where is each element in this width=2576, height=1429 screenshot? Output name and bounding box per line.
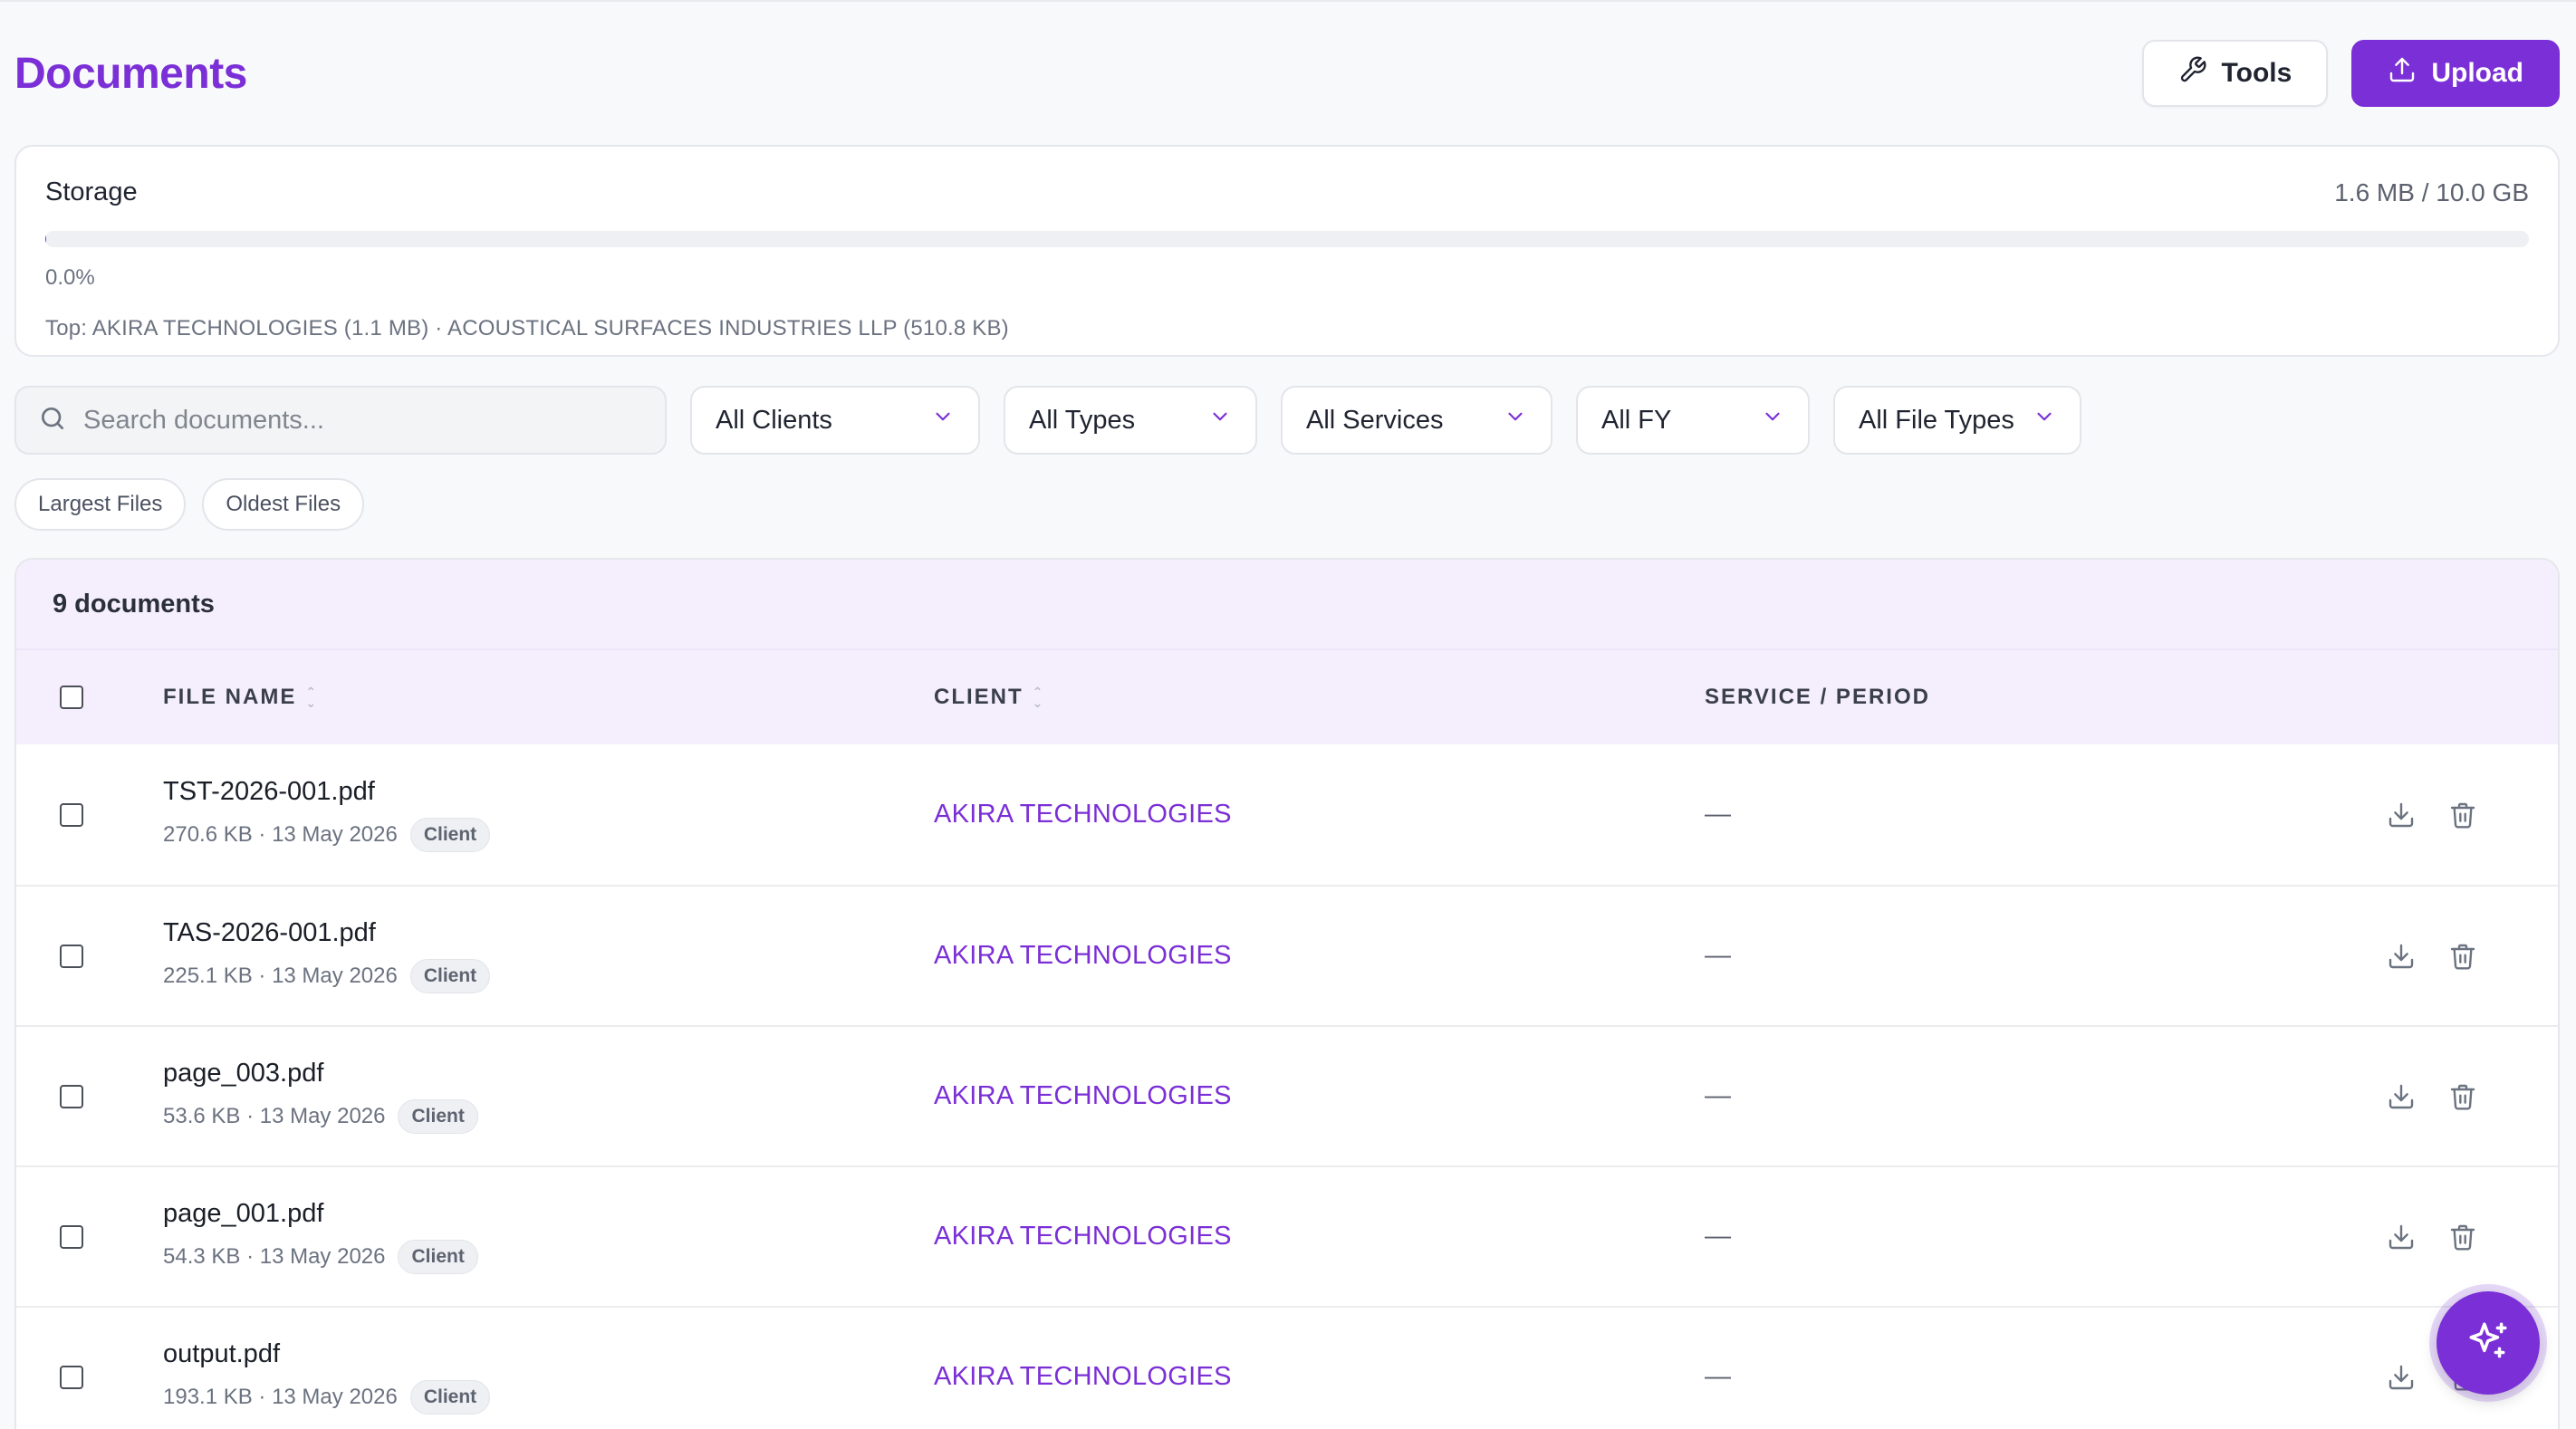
documents-table: 9 documents FILE NAME ⌃ ⌄ CLIENT ⌃ ⌄ SERVI…	[14, 558, 2560, 1429]
file-name-header-label: FILE NAME	[163, 685, 297, 709]
file-meta: 53.6 KB · 13 May 2026	[163, 1104, 386, 1128]
source-badge: Client	[398, 1099, 478, 1134]
wrench-icon	[2178, 55, 2207, 91]
quick-sort-chips: Largest Files Oldest Files	[14, 478, 2560, 531]
client-link[interactable]: AKIRA TECHNOLOGIES	[934, 1222, 1232, 1252]
table-row: TAS-2026-001.pdf 225.1 KB · 13 May 2026 C…	[16, 885, 2558, 1025]
file-type-filter-value: All File Types	[1859, 405, 2014, 435]
chevron-down-icon	[1190, 405, 1232, 436]
chevron-down-icon	[1485, 405, 1527, 436]
file-meta: 193.1 KB · 13 May 2026	[163, 1385, 398, 1409]
table-row: output.pdf 193.1 KB · 13 May 2026 Client …	[16, 1306, 2558, 1429]
file-name[interactable]: TAS-2026-001.pdf	[163, 918, 934, 948]
table-row: page_001.pdf 54.3 KB · 13 May 2026 Client…	[16, 1165, 2558, 1306]
header-actions: Tools Upload	[2141, 40, 2560, 107]
sparkles-icon	[2465, 1319, 2511, 1368]
search-box[interactable]	[14, 386, 667, 455]
sort-icon: ⌃ ⌄	[305, 685, 319, 710]
tools-button[interactable]: Tools	[2141, 40, 2329, 107]
select-all-checkbox[interactable]	[60, 686, 83, 709]
client-filter-select[interactable]: All Clients	[690, 386, 980, 455]
service-header: SERVICE / PERIOD	[1705, 685, 2558, 710]
file-name[interactable]: output.pdf	[163, 1339, 934, 1369]
storage-card: Storage 1.6 MB / 10.0 GB 0.0% Top: AKIRA…	[14, 145, 2560, 357]
chevron-down-icon	[913, 405, 955, 436]
trash-icon[interactable]	[2447, 1222, 2478, 1252]
service-header-label: SERVICE / PERIOD	[1705, 685, 1930, 709]
service-period: —	[1705, 800, 1731, 829]
client-filter-value: All Clients	[716, 405, 832, 435]
service-filter-value: All Services	[1306, 405, 1444, 435]
storage-percent: 0.0%	[45, 265, 95, 290]
fy-filter-select[interactable]: All FY	[1576, 386, 1810, 455]
row-checkbox[interactable]	[60, 1365, 83, 1389]
table-row: TST-2026-001.pdf 270.6 KB · 13 May 2026 C…	[16, 744, 2558, 885]
search-input[interactable]	[83, 405, 643, 436]
upload-button[interactable]: Upload	[2351, 40, 2560, 107]
client-link[interactable]: AKIRA TECHNOLOGIES	[934, 1362, 1232, 1392]
storage-amount: 1.6 MB / 10.0 GB	[2334, 177, 2529, 206]
filter-bar: All Clients All Types All Services All F…	[14, 386, 2560, 455]
upload-label: Upload	[2431, 58, 2523, 88]
fy-filter-value: All FY	[1601, 405, 1672, 435]
oldest-files-chip[interactable]: Oldest Files	[202, 478, 365, 531]
page-header: Documents Tools Upload	[14, 0, 2560, 145]
sort-icon: ⌃ ⌄	[1032, 685, 1045, 710]
documents-page: Documents Tools Upload Storage 1.6 MB / …	[0, 0, 2576, 1429]
storage-top-clients: Top: AKIRA TECHNOLOGIES (1.1 MB) · ACOUS…	[45, 316, 1009, 340]
trash-icon[interactable]	[2447, 941, 2478, 972]
download-icon[interactable]	[2386, 941, 2417, 972]
file-meta: 54.3 KB · 13 May 2026	[163, 1244, 386, 1269]
download-icon[interactable]	[2386, 1222, 2417, 1252]
row-checkbox[interactable]	[60, 1084, 83, 1108]
service-period: —	[1705, 1222, 1731, 1251]
chevron-down-icon	[2014, 405, 2056, 436]
client-link[interactable]: AKIRA TECHNOLOGIES	[934, 800, 1232, 830]
storage-label: Storage	[45, 177, 138, 206]
service-period: —	[1705, 941, 1731, 970]
file-name[interactable]: TST-2026-001.pdf	[163, 777, 934, 807]
download-icon[interactable]	[2386, 1081, 2417, 1112]
client-link[interactable]: AKIRA TECHNOLOGIES	[934, 941, 1232, 971]
row-checkbox[interactable]	[60, 944, 83, 968]
service-period: —	[1705, 1081, 1731, 1110]
table-body: TST-2026-001.pdf 270.6 KB · 13 May 2026 C…	[16, 744, 2558, 1429]
table-row: page_003.pdf 53.6 KB · 13 May 2026 Client…	[16, 1025, 2558, 1165]
client-header-label: CLIENT	[934, 685, 1024, 709]
trash-icon[interactable]	[2447, 1081, 2478, 1112]
source-badge: Client	[398, 1240, 478, 1274]
source-badge: Client	[409, 1380, 491, 1415]
assistant-fab-button[interactable]	[2437, 1291, 2540, 1395]
trash-icon[interactable]	[2447, 800, 2478, 830]
file-name-header[interactable]: FILE NAME ⌃ ⌄	[163, 685, 934, 710]
source-badge: Client	[409, 818, 491, 852]
storage-progress-bar	[45, 231, 2529, 247]
table-header-row: FILE NAME ⌃ ⌄ CLIENT ⌃ ⌄ SERVICE / PERIOD	[16, 650, 2558, 744]
service-filter-select[interactable]: All Services	[1281, 386, 1552, 455]
tools-label: Tools	[2221, 58, 2292, 88]
row-checkbox[interactable]	[60, 802, 83, 827]
chevron-down-icon	[1743, 405, 1784, 436]
document-count: 9 documents	[16, 560, 2558, 650]
file-meta: 270.6 KB · 13 May 2026	[163, 822, 398, 847]
row-checkbox[interactable]	[60, 1224, 83, 1249]
largest-files-chip[interactable]: Largest Files	[14, 478, 187, 531]
client-link[interactable]: AKIRA TECHNOLOGIES	[934, 1081, 1232, 1111]
type-filter-select[interactable]: All Types	[1004, 386, 1257, 455]
file-meta: 225.1 KB · 13 May 2026	[163, 964, 398, 988]
page-title: Documents	[14, 49, 247, 98]
service-period: —	[1705, 1362, 1731, 1391]
file-type-filter-select[interactable]: All File Types	[1833, 386, 2081, 455]
upload-icon	[2388, 55, 2417, 91]
download-icon[interactable]	[2386, 800, 2417, 830]
search-icon	[38, 404, 67, 437]
client-header[interactable]: CLIENT ⌃ ⌄	[934, 685, 1705, 710]
file-name[interactable]: page_003.pdf	[163, 1059, 934, 1089]
download-icon[interactable]	[2386, 1362, 2417, 1393]
type-filter-value: All Types	[1029, 405, 1136, 435]
top-divider	[0, 0, 2576, 2]
source-badge: Client	[409, 959, 491, 993]
file-name[interactable]: page_001.pdf	[163, 1199, 934, 1229]
table-header-area: 9 documents FILE NAME ⌃ ⌄ CLIENT ⌃ ⌄ SERVI…	[16, 560, 2558, 744]
